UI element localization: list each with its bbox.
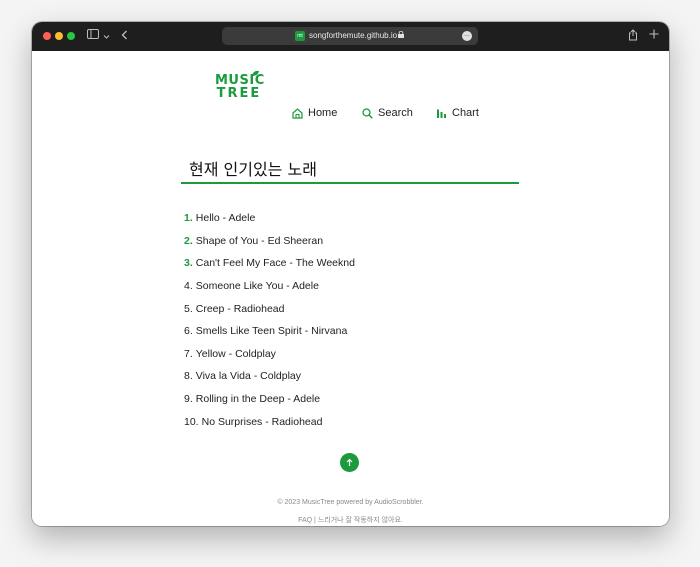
song-list-item[interactable]: 7. Yellow - Coldplay bbox=[184, 343, 355, 366]
song-rank: 8. bbox=[184, 370, 193, 383]
home-icon bbox=[292, 107, 303, 119]
song-rank: 5. bbox=[184, 302, 193, 315]
song-list: 1. Hello - Adele 2. Shape of You - Ed Sheer… bbox=[184, 207, 355, 433]
song-rank: 10. bbox=[184, 415, 199, 428]
leaf-icon bbox=[252, 70, 259, 76]
logo-line2: TREE bbox=[216, 86, 262, 101]
zoom-window-button[interactable] bbox=[67, 32, 75, 40]
song-title: Rolling in the Deep - Adele bbox=[195, 393, 321, 406]
song-rank: 6. bbox=[184, 325, 193, 338]
new-tab-icon[interactable] bbox=[649, 29, 659, 43]
song-list-item[interactable]: 5. Creep - Radiohead bbox=[184, 297, 355, 320]
song-title: Shape of You - Ed Sheeran bbox=[195, 234, 324, 247]
song-list-item[interactable]: 2. Shape of You - Ed Sheeran bbox=[184, 230, 355, 253]
song-title: Hello - Adele bbox=[195, 212, 256, 225]
chevron-down-icon[interactable] bbox=[103, 30, 110, 44]
url-text: songforthemute.github.io bbox=[309, 31, 398, 40]
song-title: Can't Feel My Face - The Weeknd bbox=[195, 257, 355, 270]
nav-search[interactable]: Search bbox=[362, 106, 413, 120]
song-title: Viva la Vida - Coldplay bbox=[195, 370, 302, 383]
browser-window: mt songforthemute.github.io … MUSIC TREE… bbox=[32, 22, 669, 526]
share-icon[interactable] bbox=[628, 29, 638, 45]
lock-icon bbox=[398, 31, 404, 38]
musictree-logo[interactable]: MUSIC TREE bbox=[215, 70, 264, 104]
footer-copyright: © 2023 MusicTree powered by AudioScrobbl… bbox=[277, 499, 424, 506]
close-window-button[interactable] bbox=[43, 32, 51, 40]
song-title: No Surprises - Radiohead bbox=[201, 415, 323, 428]
search-icon bbox=[362, 107, 373, 119]
song-list-item[interactable]: 1. Hello - Adele bbox=[184, 207, 355, 230]
song-rank: 1. bbox=[184, 212, 193, 225]
favicon-label: mt bbox=[297, 33, 303, 39]
song-rank: 9. bbox=[184, 393, 193, 406]
title-divider bbox=[181, 182, 519, 184]
address-bar[interactable]: mt songforthemute.github.io … bbox=[222, 27, 478, 45]
song-rank: 7. bbox=[184, 347, 193, 360]
nav-chart-label: Chart bbox=[452, 107, 479, 119]
sidebar-toggle-icon[interactable] bbox=[87, 29, 99, 43]
song-title: Someone Like You - Adele bbox=[195, 280, 319, 293]
scroll-to-top-button[interactable] bbox=[340, 453, 359, 472]
song-list-item[interactable]: 8. Viva la Vida - Coldplay bbox=[184, 365, 355, 388]
footer-faq-link[interactable]: FAQ | 느리거나 잘 작동하지 않아요. bbox=[32, 515, 669, 525]
song-title: Creep - Radiohead bbox=[195, 302, 285, 315]
song-title: Yellow - Coldplay bbox=[195, 347, 276, 360]
arrow-up-icon bbox=[346, 458, 353, 466]
song-rank: 3. bbox=[184, 257, 193, 270]
browser-titlebar: mt songforthemute.github.io … bbox=[32, 22, 669, 51]
page-title: 현재 인기있는 노래 bbox=[189, 160, 317, 179]
nav-home-label: Home bbox=[308, 107, 338, 119]
more-options-icon[interactable]: … bbox=[462, 31, 472, 41]
minimize-window-button[interactable] bbox=[55, 32, 63, 40]
back-arrow-icon[interactable] bbox=[121, 30, 128, 44]
nav-chart[interactable]: Chart bbox=[436, 106, 479, 120]
song-list-item[interactable]: 6. Smells Like Teen Spirit - Nirvana bbox=[184, 320, 355, 343]
chart-icon bbox=[437, 109, 446, 118]
song-list-item[interactable]: 9. Rolling in the Deep - Adele bbox=[184, 388, 355, 411]
site-favicon-icon: mt bbox=[295, 31, 305, 41]
song-rank: 2. bbox=[184, 234, 193, 247]
song-title: Smells Like Teen Spirit - Nirvana bbox=[195, 325, 348, 338]
song-list-item[interactable]: 10. No Surprises - Radiohead bbox=[184, 410, 355, 433]
song-list-item[interactable]: 4. Someone Like You - Adele bbox=[184, 275, 355, 298]
page-content: MUSIC TREE Home Search Chart 현재 인기있는 노래 … bbox=[32, 51, 669, 526]
song-rank: 4. bbox=[184, 280, 193, 293]
song-list-item[interactable]: 3. Can't Feel My Face - The Weeknd bbox=[184, 252, 355, 275]
nav-search-label: Search bbox=[378, 107, 413, 119]
nav-home[interactable]: Home bbox=[292, 106, 337, 120]
